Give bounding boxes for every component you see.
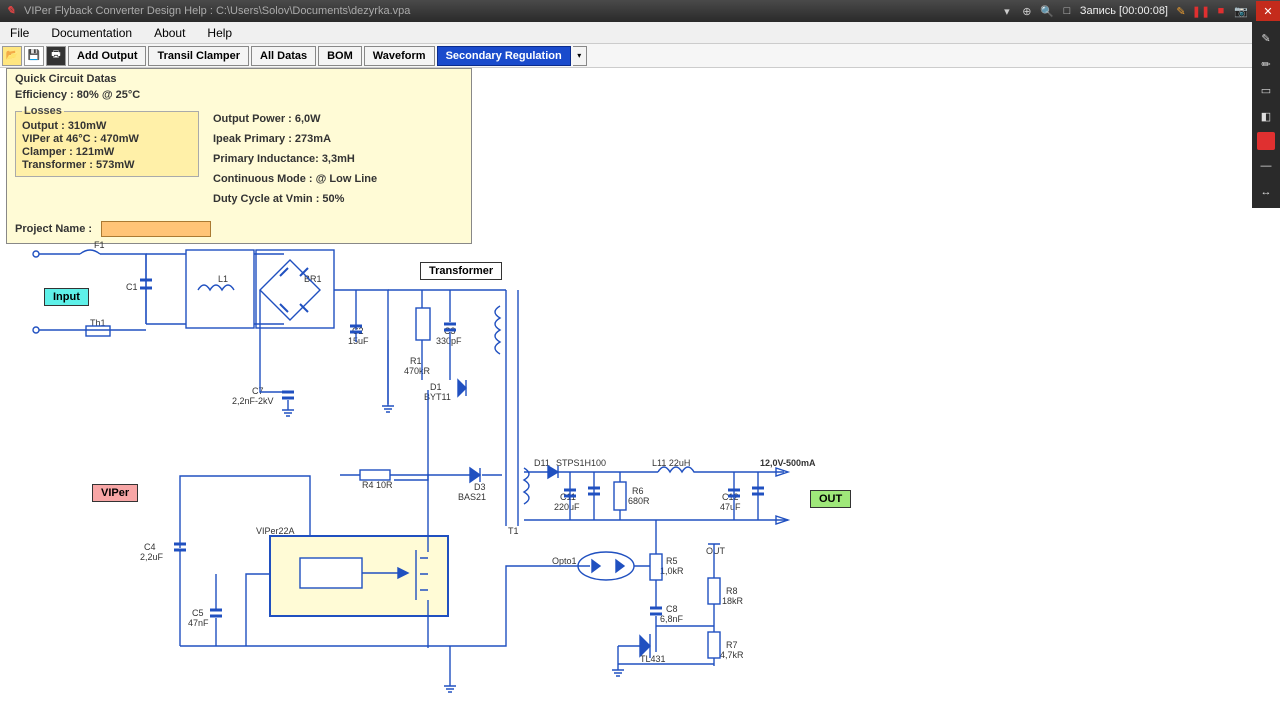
primary-inductance: Primary Inductance: 3,3mH: [213, 153, 377, 165]
print-icon[interactable]: 🖶: [46, 46, 66, 66]
schematic-canvas: Input VIPer Transformer OUT F1 Th1 C1 L1…: [0, 230, 1000, 720]
loss-viper: VIPer at 46°C : 470mW: [22, 133, 192, 145]
rec-expand-icon[interactable]: ⊕: [1020, 4, 1034, 18]
rec-down-icon[interactable]: ▾: [1000, 4, 1014, 18]
sidebar-arrows-icon[interactable]: ↔: [1256, 182, 1276, 202]
rec-pause-icon[interactable]: ❚❚: [1194, 4, 1208, 18]
menu-help[interactable]: Help: [203, 24, 236, 42]
title-bar: ✎ VIPer Flyback Converter Design Help : …: [0, 0, 1280, 22]
efficiency-value: Efficiency : 80% @ 25°C: [15, 89, 463, 101]
menu-bar: File Documentation About Help: [0, 22, 1280, 44]
toolbar: 📂 💾 🖶 Add Output Transil Clamper All Dat…: [0, 44, 1280, 68]
losses-fieldset: Losses Output : 310mW VIPer at 46°C : 47…: [15, 105, 199, 177]
secondary-regulation-dropdown[interactable]: ▾: [573, 46, 587, 66]
loss-transformer: Transformer : 573mW: [22, 159, 192, 171]
sidebar-minus-icon[interactable]: —: [1256, 156, 1276, 176]
duty-cycle: Duty Cycle at Vmin : 50%: [213, 193, 377, 205]
menu-about[interactable]: About: [150, 24, 189, 42]
rec-timer: Запись [00:00:08]: [1080, 5, 1168, 17]
continuous-mode: Continuous Mode : @ Low Line: [213, 173, 377, 185]
recorder-toolbar: ▾ ⊕ 🔍 □ Запись [00:00:08] ✎ ❚❚ ■ 📷: [992, 4, 1256, 18]
secondary-regulation-button[interactable]: Secondary Regulation: [437, 46, 571, 66]
rec-camera-icon[interactable]: 📷: [1234, 4, 1248, 18]
rec-screen-icon[interactable]: □: [1060, 4, 1074, 18]
output-power: Output Power : 6,0W: [213, 113, 377, 125]
ipeak-primary: Ipeak Primary : 273mA: [213, 133, 377, 145]
quick-header: Quick Circuit Datas: [15, 73, 463, 85]
schematic-svg: [0, 230, 1000, 720]
open-icon[interactable]: 📂: [2, 46, 22, 66]
sidebar-pencil-icon[interactable]: ✎: [1256, 28, 1276, 48]
all-datas-button[interactable]: All Datas: [251, 46, 316, 66]
waveform-button[interactable]: Waveform: [364, 46, 435, 66]
sidebar-rect-icon[interactable]: ▭: [1256, 80, 1276, 100]
menu-file[interactable]: File: [6, 24, 33, 42]
bom-button[interactable]: BOM: [318, 46, 362, 66]
quick-circuit-datas-panel: Quick Circuit Datas Efficiency : 80% @ 2…: [6, 68, 472, 244]
menu-documentation[interactable]: Documentation: [47, 24, 136, 42]
window-close-button[interactable]: ✕: [1256, 1, 1280, 21]
transil-clamper-button[interactable]: Transil Clamper: [148, 46, 249, 66]
sidebar-eraser-icon[interactable]: ◧: [1256, 106, 1276, 126]
sidebar-marker-icon[interactable]: ✏: [1256, 54, 1276, 74]
loss-clamper: Clamper : 121mW: [22, 146, 192, 158]
loss-output: Output : 310mW: [22, 120, 192, 132]
recorder-sidebar: ✎ ✏ ▭ ◧ — ↔: [1252, 22, 1280, 208]
sidebar-color-red[interactable]: [1257, 132, 1275, 150]
rec-stop-icon[interactable]: ■: [1214, 4, 1228, 18]
rec-search-icon[interactable]: 🔍: [1040, 4, 1054, 18]
app-icon: ✎: [6, 4, 20, 18]
window-title: VIPer Flyback Converter Design Help : C:…: [24, 5, 410, 17]
rec-pencil-icon[interactable]: ✎: [1174, 4, 1188, 18]
save-icon[interactable]: 💾: [24, 46, 44, 66]
add-output-button[interactable]: Add Output: [68, 46, 146, 66]
losses-legend: Losses: [22, 105, 64, 117]
